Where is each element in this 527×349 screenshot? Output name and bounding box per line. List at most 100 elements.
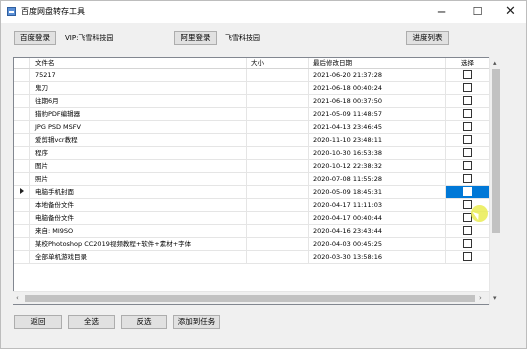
file-name-cell[interactable]: 电脑手机封面 [29, 185, 247, 199]
file-date-cell[interactable]: 2021-04-13 23:46:45 [308, 120, 446, 134]
baidu-login-button[interactable]: 百度登录 [14, 31, 56, 45]
file-size-cell[interactable] [246, 185, 309, 199]
row-header[interactable] [14, 185, 30, 199]
select-checkbox[interactable] [463, 122, 472, 131]
row-header[interactable] [14, 237, 30, 251]
row-header[interactable] [14, 250, 30, 264]
select-checkbox[interactable] [463, 135, 472, 144]
file-date-cell[interactable]: 2020-04-16 23:43:44 [308, 224, 446, 238]
file-date-cell[interactable]: 2020-10-30 16:53:38 [308, 146, 446, 160]
file-date-cell[interactable]: 2020-04-03 00:45:25 [308, 237, 446, 251]
select-checkbox[interactable] [463, 83, 472, 92]
select-checkbox[interactable] [463, 174, 472, 183]
add-task-button[interactable]: 添加到任务 [173, 315, 220, 329]
file-table[interactable]: 文件名 大小 最后修改日期 选择 75217 2021-06-20 21:37:2… [13, 57, 502, 305]
file-name-cell[interactable]: 猎豹PDF编辑器 [29, 107, 247, 121]
file-name-cell[interactable]: 本地备份文件 [29, 198, 247, 212]
file-name-cell[interactable]: 某校Photoshop CC2019视频教程+软件+素材+字体 [29, 237, 247, 251]
table-row[interactable]: 程序 2020-10-30 16:53:38 [14, 146, 501, 160]
row-header[interactable] [14, 120, 30, 134]
file-size-cell[interactable] [246, 159, 309, 173]
vertical-scrollbar[interactable]: ▴ ▾ [489, 57, 502, 305]
table-row[interactable]: 鬼刀 2021-06-18 00:40:24 [14, 81, 501, 95]
file-size-cell[interactable] [246, 211, 309, 225]
select-cell[interactable] [445, 159, 490, 173]
row-header[interactable] [14, 211, 30, 225]
file-name-cell[interactable]: 全部单机游戏目录 [29, 250, 247, 264]
row-header[interactable] [14, 198, 30, 212]
close-button[interactable]: ✕ [495, 1, 526, 23]
invert-selection-button[interactable]: 反选 [121, 315, 167, 329]
minimize-button[interactable]: ─ [426, 1, 457, 23]
column-header-size[interactable]: 大小 [246, 58, 309, 69]
file-name-cell[interactable]: 图片 [29, 159, 247, 173]
select-checkbox[interactable] [463, 161, 472, 170]
progress-list-button[interactable]: 进度列表 [406, 31, 449, 45]
column-header-name[interactable]: 文件名 [29, 58, 247, 69]
file-name-cell[interactable]: 鬼刀 [29, 81, 247, 95]
table-row[interactable]: 照片 2020-07-08 11:55:28 [14, 172, 501, 186]
file-size-cell[interactable] [246, 94, 309, 108]
select-cell[interactable] [445, 185, 490, 199]
file-name-cell[interactable]: 爱剪辑vcr教程 [29, 133, 247, 147]
file-date-cell[interactable]: 2020-05-09 18:45:31 [308, 185, 446, 199]
select-cell[interactable] [445, 250, 490, 264]
select-checkbox[interactable] [463, 252, 472, 261]
table-row[interactable]: 来自: MI9SO 2020-04-16 23:43:44 [14, 224, 501, 238]
table-row[interactable]: 75217 2021-06-20 21:37:28 [14, 68, 501, 82]
table-row[interactable]: 电脑备份文件 2020-04-17 00:40:44 [14, 211, 501, 225]
file-name-cell[interactable]: 照片 [29, 172, 247, 186]
select-cell[interactable] [445, 172, 490, 186]
select-cell[interactable] [445, 68, 490, 82]
select-checkbox[interactable] [463, 187, 472, 196]
select-checkbox[interactable] [463, 148, 472, 157]
select-cell[interactable] [445, 146, 490, 160]
file-date-cell[interactable]: 2020-04-17 00:40:44 [308, 211, 446, 225]
select-all-button[interactable]: 全选 [68, 315, 115, 329]
file-size-cell[interactable] [246, 224, 309, 238]
select-cell[interactable] [445, 224, 490, 238]
file-date-cell[interactable]: 2020-11-10 23:48:11 [308, 133, 446, 147]
back-button[interactable]: 返回 [14, 315, 62, 329]
file-name-cell[interactable]: 来自: MI9SO [29, 224, 247, 238]
table-row[interactable]: 图片 2020-10-12 22:38:32 [14, 159, 501, 173]
file-date-cell[interactable]: 2020-03-30 13:58:16 [308, 250, 446, 264]
row-header[interactable] [14, 159, 30, 173]
select-cell[interactable] [445, 94, 490, 108]
file-size-cell[interactable] [246, 172, 309, 186]
table-row[interactable]: JPG PSD MSFV 2021-04-13 23:46:45 [14, 120, 501, 134]
select-checkbox[interactable] [463, 96, 472, 105]
row-header[interactable] [14, 172, 30, 186]
file-date-cell[interactable]: 2021-06-18 00:40:24 [308, 81, 446, 95]
file-size-cell[interactable] [246, 198, 309, 212]
file-date-cell[interactable]: 2021-06-18 00:37:50 [308, 94, 446, 108]
horizontal-scrollbar[interactable]: ‹ › [13, 291, 489, 304]
table-row[interactable]: 猎豹PDF编辑器 2021-05-09 11:48:57 [14, 107, 501, 121]
file-name-cell[interactable]: JPG PSD MSFV [29, 120, 247, 134]
file-size-cell[interactable] [246, 120, 309, 134]
row-header[interactable] [14, 107, 30, 121]
file-size-cell[interactable] [246, 146, 309, 160]
file-size-cell[interactable] [246, 250, 309, 264]
file-size-cell[interactable] [246, 107, 309, 121]
row-header[interactable] [14, 146, 30, 160]
file-size-cell[interactable] [246, 237, 309, 251]
table-row[interactable]: 爱剪辑vcr教程 2020-11-10 23:48:11 [14, 133, 501, 147]
file-size-cell[interactable] [246, 81, 309, 95]
select-cell[interactable] [445, 120, 490, 134]
row-header[interactable] [14, 224, 30, 238]
scroll-down-icon[interactable]: ▾ [493, 293, 497, 303]
select-cell[interactable] [445, 237, 490, 251]
table-row[interactable]: 往期6月 2021-06-18 00:37:50 [14, 94, 501, 108]
select-cell[interactable] [445, 107, 490, 121]
file-date-cell[interactable]: 2021-05-09 11:48:57 [308, 107, 446, 121]
scroll-right-icon[interactable]: › [479, 293, 482, 303]
horizontal-scroll-thumb[interactable] [25, 295, 475, 302]
table-row[interactable]: 全部单机游戏目录 2020-03-30 13:58:16 [14, 250, 501, 264]
scroll-up-icon[interactable]: ▴ [493, 58, 497, 68]
file-name-cell[interactable]: 程序 [29, 146, 247, 160]
select-checkbox[interactable] [463, 226, 472, 235]
file-date-cell[interactable]: 2020-04-17 11:11:03 [308, 198, 446, 212]
select-cell[interactable] [445, 81, 490, 95]
table-row[interactable]: 本地备份文件 2020-04-17 11:11:03 [14, 198, 501, 212]
